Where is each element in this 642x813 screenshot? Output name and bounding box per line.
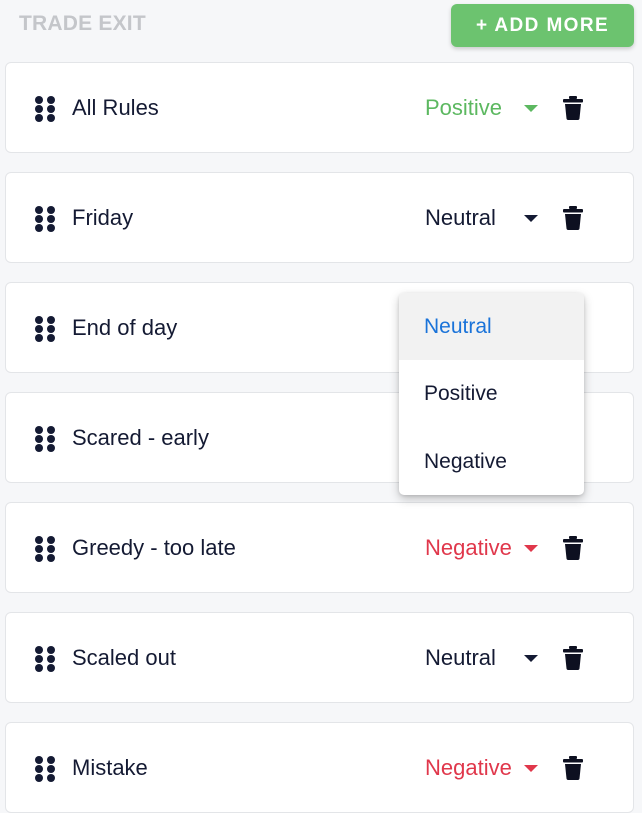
drag-handle-icon[interactable] [35, 646, 55, 672]
rule-card: All Rules Positive [5, 62, 634, 153]
caret-down-icon [524, 545, 538, 552]
trash-icon[interactable] [563, 206, 583, 230]
section-header: TRADE EXIT + ADD MORE [0, 0, 642, 52]
status-value: Neutral [425, 205, 496, 230]
drag-handle-icon[interactable] [35, 756, 55, 782]
section-title: TRADE EXIT [19, 12, 146, 35]
add-more-button[interactable]: + ADD MORE [451, 4, 634, 47]
rule-name: Mistake [72, 755, 148, 780]
trash-icon[interactable] [563, 756, 583, 780]
trash-icon[interactable] [563, 646, 583, 670]
caret-down-icon [524, 215, 538, 222]
status-dropdown-menu: Neutral Positive Negative [399, 293, 584, 495]
drag-handle-icon[interactable] [35, 316, 55, 342]
trash-icon[interactable] [563, 96, 583, 120]
status-value: Negative [425, 535, 512, 560]
caret-down-icon [524, 765, 538, 772]
trash-icon[interactable] [563, 536, 583, 560]
dropdown-option-positive[interactable]: Positive [399, 360, 584, 427]
rule-name: Scared - early [72, 425, 209, 450]
rule-card: Friday Neutral [5, 172, 634, 263]
rule-name: Scaled out [72, 645, 176, 670]
status-value: Negative [425, 755, 512, 780]
rule-name: Greedy - too late [72, 535, 236, 560]
drag-handle-icon[interactable] [35, 536, 55, 562]
status-select[interactable]: Negative [421, 531, 547, 565]
rule-name: All Rules [72, 95, 159, 120]
status-select[interactable]: Positive [421, 91, 547, 125]
caret-down-icon [524, 655, 538, 662]
status-value: Neutral [425, 645, 496, 670]
status-select[interactable]: Negative [421, 751, 547, 785]
status-select[interactable]: Neutral [421, 641, 547, 675]
rule-name: End of day [72, 315, 178, 340]
drag-handle-icon[interactable] [35, 426, 55, 452]
caret-down-icon [524, 105, 538, 112]
rule-card: Scaled out Neutral [5, 612, 634, 703]
status-value: Positive [425, 95, 503, 120]
rule-card: Greedy - too late Negative [5, 502, 634, 593]
dropdown-option-neutral[interactable]: Neutral [399, 293, 584, 360]
rule-name: Friday [72, 205, 134, 230]
rule-card: Mistake Negative [5, 722, 634, 813]
drag-handle-icon[interactable] [35, 206, 55, 232]
dropdown-option-negative[interactable]: Negative [399, 428, 584, 495]
status-select[interactable]: Neutral [421, 201, 547, 235]
drag-handle-icon[interactable] [35, 96, 55, 122]
